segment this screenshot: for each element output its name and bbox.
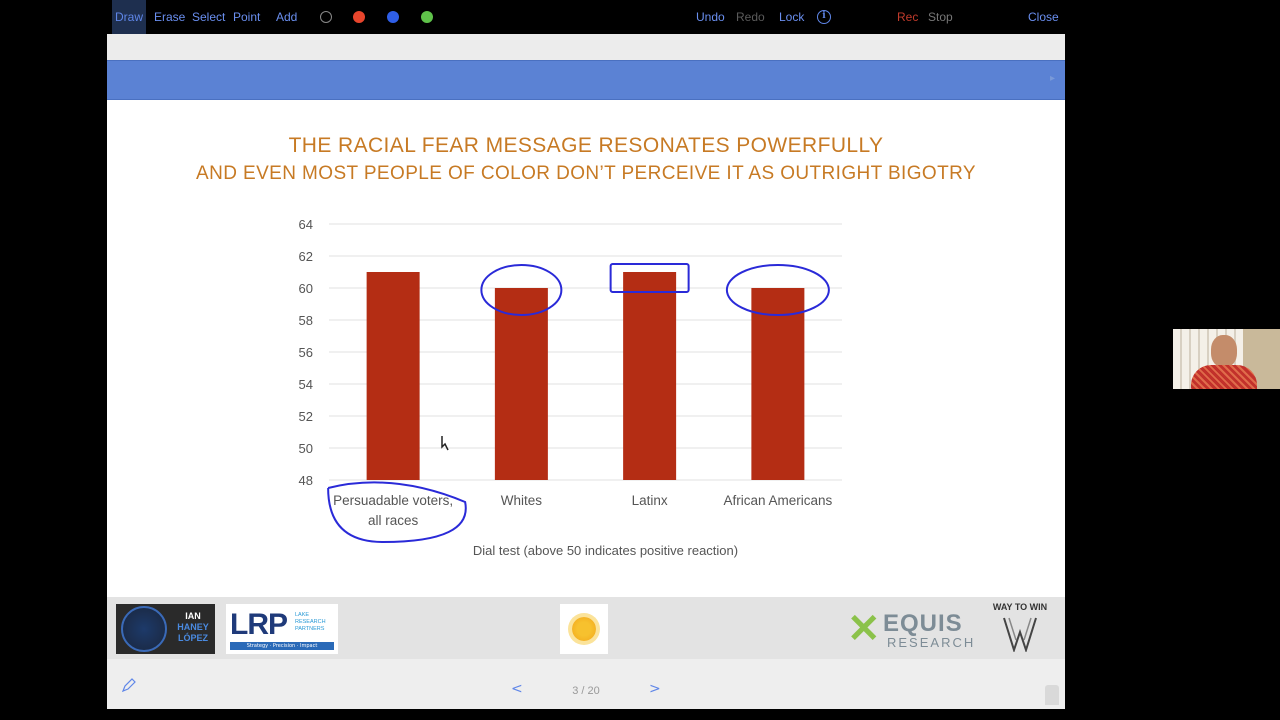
bar [494, 288, 548, 480]
fullscreen-icon[interactable] [1045, 685, 1059, 705]
ihl-line1: IAN [185, 611, 201, 621]
annotation-toolbar: Draw Erase Select Point Add Undo Redo Lo… [0, 0, 1280, 34]
lrp-name: LAKE RESEARCH PARTNERS [295, 612, 326, 632]
slide-header-band: ▸ [107, 60, 1065, 100]
color-red-swatch[interactable] [353, 11, 365, 23]
globe-icon [121, 606, 167, 652]
stop-button[interactable]: Stop [928, 0, 953, 34]
previous-slide-button[interactable]: < [511, 681, 523, 697]
equis-wordmark: EQUIS [883, 610, 963, 637]
band-marker-icon: ▸ [1049, 73, 1055, 84]
x-tick-label: Whites [501, 493, 543, 508]
color-blue-swatch[interactable] [387, 11, 399, 23]
y-tick-label: 50 [299, 441, 313, 456]
color-green-swatch[interactable] [421, 11, 433, 23]
record-button[interactable]: Rec [897, 0, 918, 34]
presenter-webcam [1173, 329, 1280, 389]
add-button[interactable]: Add [276, 0, 297, 34]
next-slide-button[interactable]: > [649, 681, 661, 697]
close-button[interactable]: Close [1028, 0, 1059, 34]
draw-button[interactable]: Draw [112, 0, 147, 34]
x-tick-label: Persuadable voters, [333, 493, 453, 508]
bar-chart: 48 50 52 54 56 58 60 62 64 Persuadable voters, all… [299, 217, 842, 558]
x-tick-label: African Americans [723, 493, 832, 508]
w2w-wordmark: WAY TO WIN [992, 602, 1048, 612]
sun-logo [560, 604, 608, 654]
lrp-logo: LRP LAKE RESEARCH PARTNERS Strategy · Pr… [226, 604, 338, 654]
slide-title-line1: THE RACIAL FEAR MESSAGE RESONATES POWERF… [288, 134, 884, 157]
select-button[interactable]: Select [192, 0, 225, 34]
w2w-mark-icon [1003, 617, 1037, 652]
bar [623, 272, 677, 480]
equis-subtitle: RESEARCH [887, 635, 976, 650]
y-tick-label: 56 [299, 345, 313, 360]
erase-button[interactable]: Erase [154, 0, 185, 34]
sun-icon [572, 617, 596, 641]
y-tick-label: 48 [299, 473, 313, 488]
slide-title-line2: AND EVEN MOST PEOPLE OF COLOR DON’T PERC… [196, 163, 976, 184]
y-tick-label: 52 [299, 409, 313, 424]
equis-x-icon: ✕ [847, 607, 881, 651]
y-tick-label: 60 [299, 281, 313, 296]
x-tick-label: Latinx [632, 493, 668, 508]
slide-footer-logos: IAN HANEY LÓPEZ LRP LAKE RESEARCH PARTNE… [107, 597, 1065, 659]
bar [366, 272, 420, 480]
ihl-line3: LÓPEZ [177, 633, 208, 643]
pencil-icon[interactable] [121, 677, 137, 693]
y-tick-label: 58 [299, 313, 313, 328]
color-black-swatch[interactable] [320, 11, 332, 23]
ian-haney-lopez-logo: IAN HANEY LÓPEZ [116, 604, 215, 654]
presenter-head [1211, 335, 1237, 367]
x-axis-label: Dial test (above 50 indicates positive r… [473, 543, 738, 558]
equis-research-logo: ✕ EQUIS RESEARCH [847, 609, 987, 653]
lock-button[interactable]: Lock [779, 0, 804, 34]
slide-top-strip [107, 34, 1065, 60]
presentation-slide: ▸ THE RACIAL FEAR MESSAGE RESONATES POWE… [107, 34, 1065, 709]
point-button[interactable]: Point [233, 0, 260, 34]
page-indicator: 3 / 20 [572, 685, 600, 697]
bar [751, 288, 805, 480]
slide-navigation-bar: < 3 / 20 > [107, 659, 1065, 709]
undo-button[interactable]: Undo [696, 0, 725, 34]
y-tick-label: 64 [299, 217, 313, 232]
y-tick-label: 54 [299, 377, 313, 392]
ihl-line2: HANEY [177, 622, 209, 632]
x-tick-label: all races [368, 513, 419, 528]
y-tick-label: 62 [299, 249, 313, 264]
lrp-wordmark: LRP [230, 608, 288, 641]
lrp-tagline: Strategy · Precision · Impact [230, 642, 334, 650]
redo-button[interactable]: Redo [736, 0, 765, 34]
presenter-shirt [1191, 365, 1257, 389]
info-icon[interactable]: i [817, 10, 831, 24]
app-root: Draw Erase Select Point Add Undo Redo Lo… [0, 0, 1280, 720]
way-to-win-logo: WAY TO WIN [987, 602, 1053, 656]
